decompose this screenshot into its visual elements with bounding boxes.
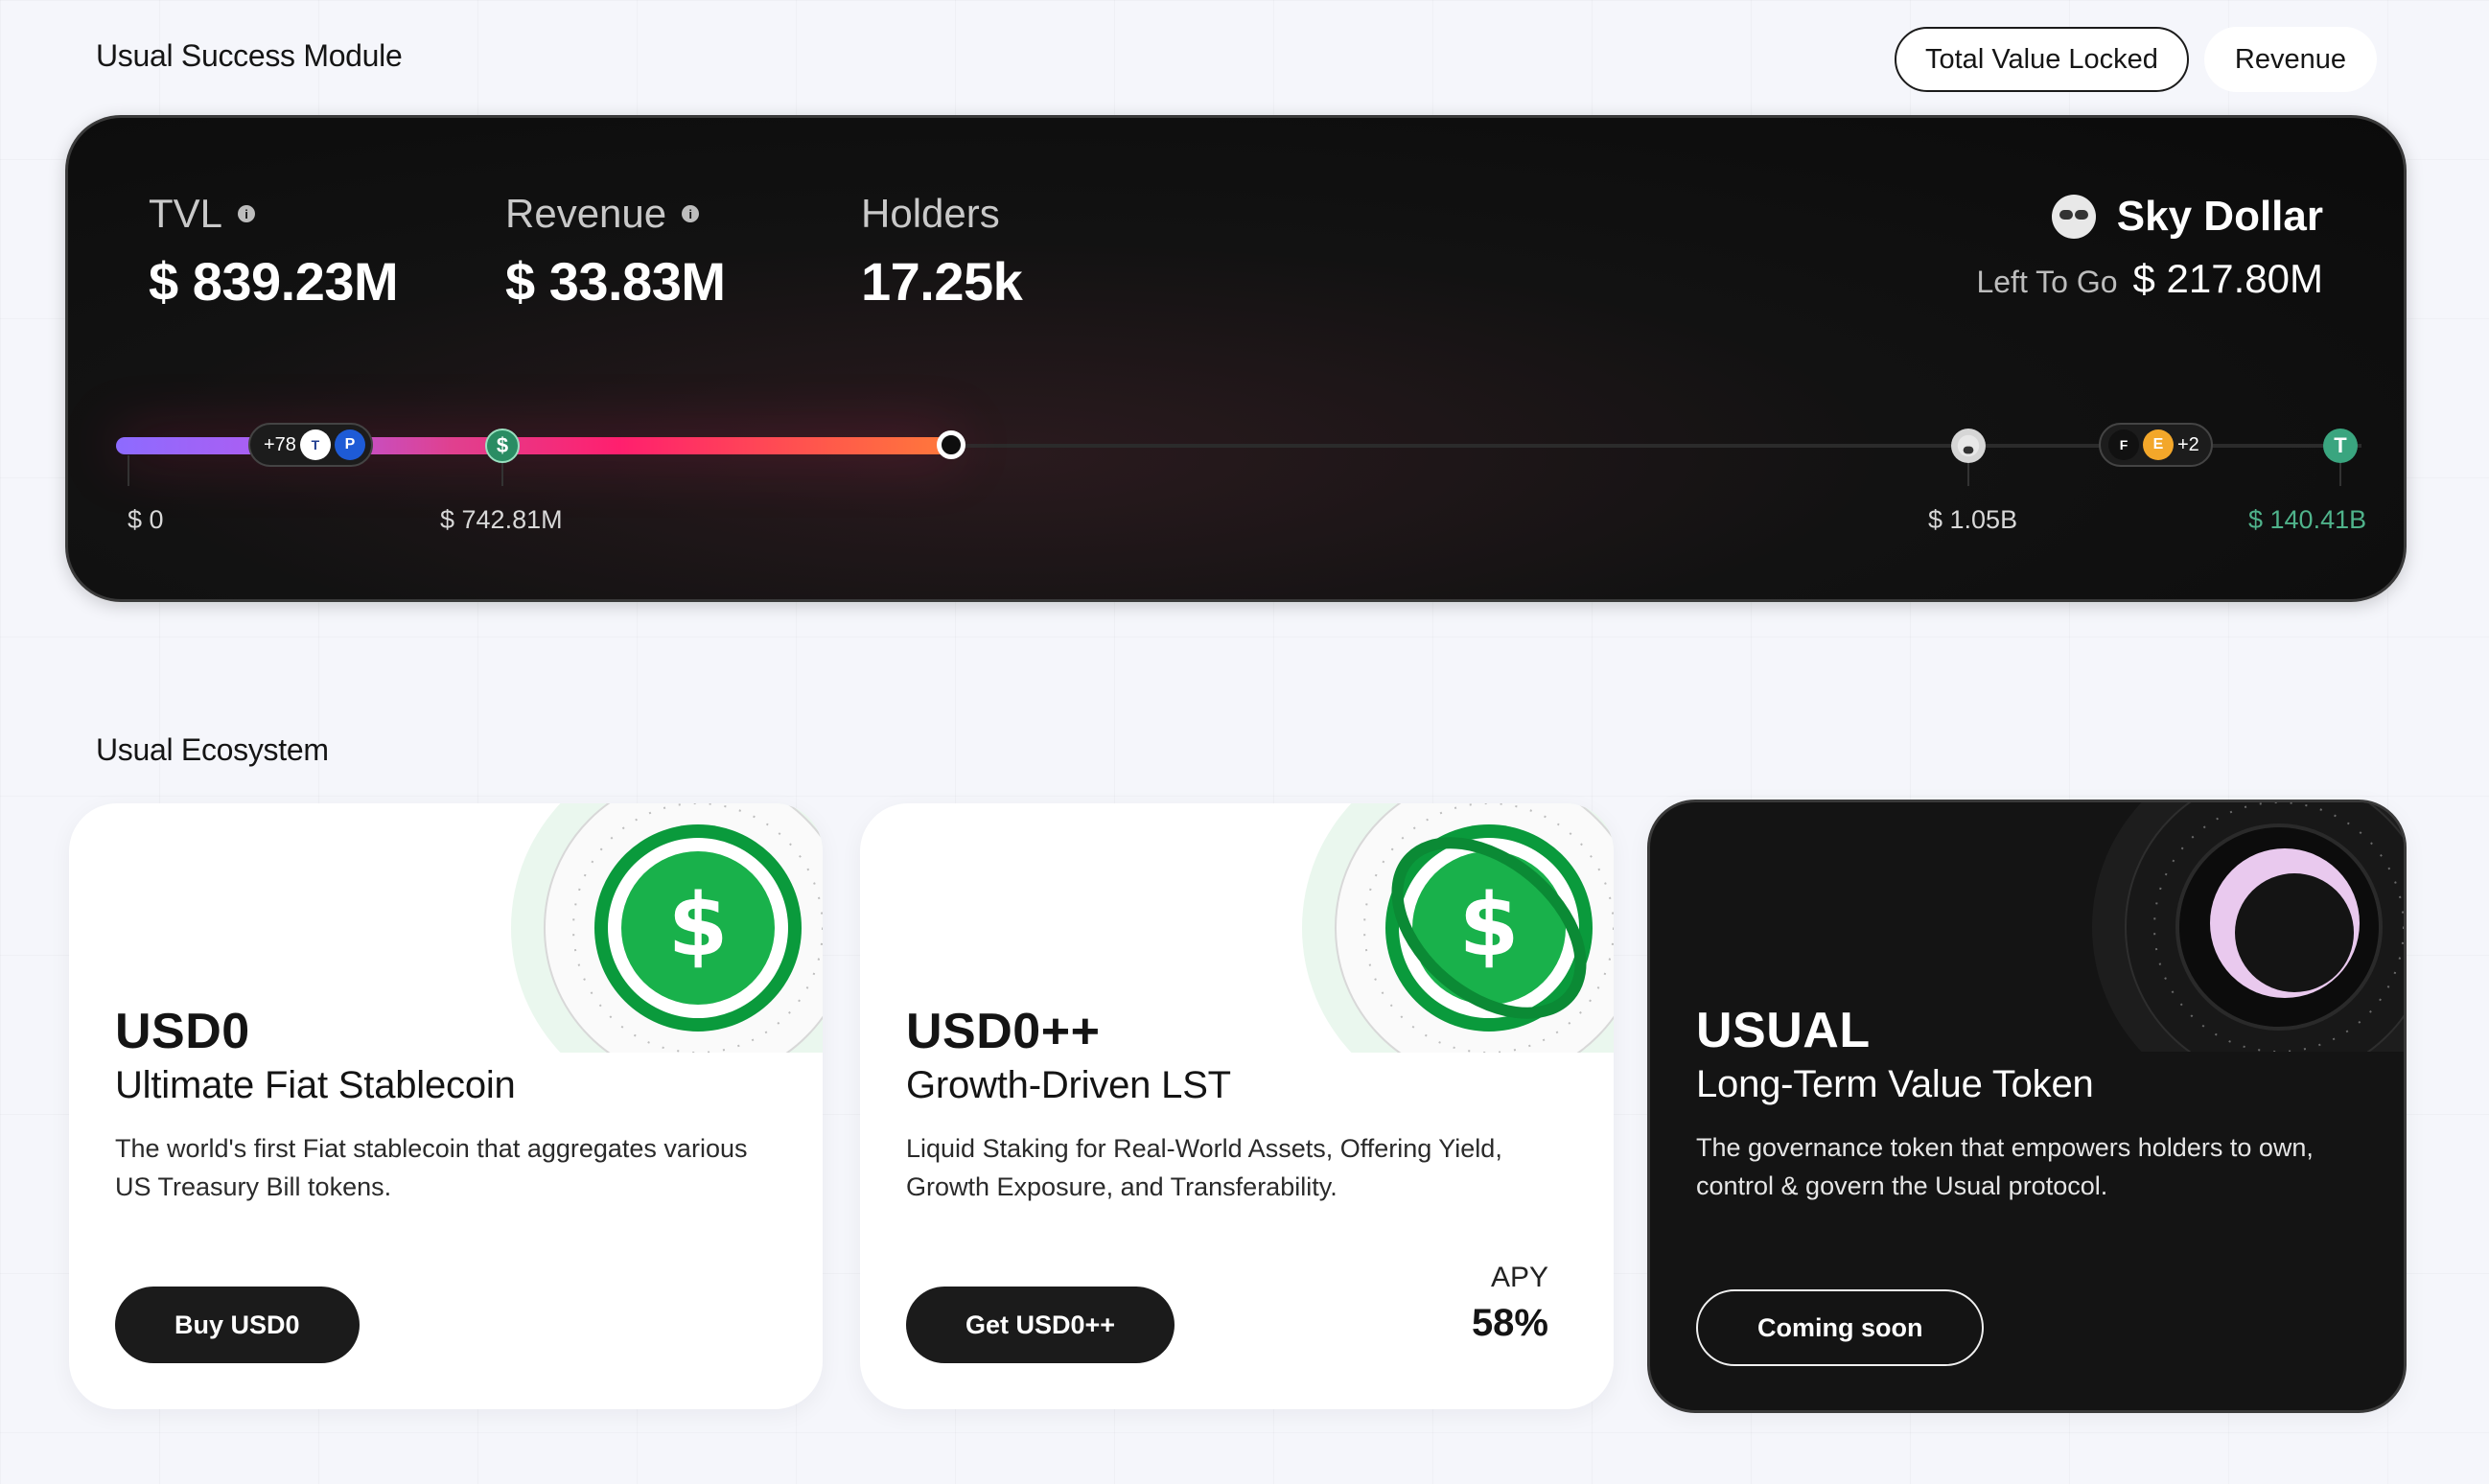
apy-value: 58% [1471, 1302, 1548, 1344]
svg-text:$: $ [1459, 875, 1520, 976]
token-group-chip[interactable]: F E +2 [2099, 423, 2213, 467]
token-group-chip[interactable]: +78 T P [248, 423, 373, 467]
sky-dollar-marker-icon[interactable] [1951, 429, 1986, 463]
card-usd0: $ USD0 Ultimate Fiat Stablecoin The worl… [69, 803, 823, 1409]
info-icon[interactable]: i [238, 205, 256, 222]
tether-marker-icon[interactable]: T [2323, 429, 2358, 463]
dollar-coin-ring-icon: $ [1302, 803, 1614, 1053]
section-title-success-module: Usual Success Module [96, 38, 403, 73]
tick-label: $ 140.41B [2248, 505, 2367, 534]
paypal-icon: P [334, 429, 365, 460]
target-milestone: Sky Dollar Left To Go $ 217.80M [1976, 193, 2323, 302]
card-subtitle: Ultimate Fiat Stablecoin [115, 1064, 516, 1106]
buy-usd0-button[interactable]: Buy USD0 [115, 1287, 360, 1363]
section-title-ecosystem: Usual Ecosystem [96, 732, 329, 767]
card-subtitle: Growth-Driven LST [906, 1064, 1231, 1106]
ethena-icon: E [2143, 429, 2174, 460]
toggle-total-value-locked[interactable]: Total Value Locked [1895, 27, 2189, 92]
toggle-revenue[interactable]: Revenue [2203, 27, 2377, 92]
card-title: USD0 [115, 1004, 250, 1059]
frax-icon: F [2108, 429, 2139, 460]
current-position-marker [937, 430, 965, 459]
card-description: Liquid Staking for Real-World Assets, Of… [906, 1134, 1502, 1201]
card-title: USUAL [1696, 1003, 1871, 1058]
stat-tvl-value: $ 839.23M [149, 251, 399, 312]
coming-soon-button[interactable]: Coming soon [1696, 1289, 1985, 1366]
token-group-count: +78 [264, 433, 296, 455]
stat-revenue-label: Revenue [505, 191, 667, 236]
tick-label: $ 742.81M [440, 505, 563, 534]
stat-holders-label: Holders [861, 191, 1000, 236]
tick-mark [128, 455, 129, 486]
stat-revenue: Revenue i $ 33.83M [505, 191, 726, 313]
stat-revenue-value: $ 33.83M [505, 251, 726, 312]
card-usd0pp: $ USD0++ Growth-Driven LST Liquid Stakin… [860, 803, 1614, 1409]
apy-block: APY 58% [1472, 1262, 1548, 1345]
stat-holders-value: 17.25k [861, 251, 1023, 312]
card-description: The world's first Fiat stablecoin that a… [115, 1134, 748, 1201]
stat-tvl-label: TVL [149, 191, 223, 236]
sky-dollar-icon [2051, 195, 2096, 239]
card-title: USD0++ [906, 1004, 1101, 1059]
card-usual: USUAL Long-Term Value Token The governan… [1647, 800, 2407, 1413]
left-to-go-value: $ 217.80M [2132, 256, 2323, 301]
left-to-go-label: Left To Go [1976, 265, 2118, 299]
treasury-token-icon: T [299, 429, 331, 460]
target-name: Sky Dollar [2116, 193, 2323, 240]
token-group-count: +2 [2177, 433, 2199, 455]
stat-holders: Holders 17.25k [861, 191, 1023, 313]
tick-label: $ 0 [128, 505, 164, 534]
success-module-panel: TVL i $ 839.23M Revenue i $ 33.83M Holde… [65, 115, 2407, 602]
card-description: The governance token that empowers holde… [1696, 1133, 2314, 1200]
get-usd0pp-button[interactable]: Get USD0++ [906, 1287, 1175, 1363]
svg-text:$: $ [668, 875, 729, 976]
progress-fill [116, 437, 956, 454]
apy-label: APY [1490, 1262, 1548, 1293]
stat-tvl: TVL i $ 839.23M [149, 191, 399, 313]
info-icon[interactable]: i [682, 205, 700, 222]
tick-label: $ 1.05B [1928, 505, 2018, 534]
card-subtitle: Long-Term Value Token [1696, 1063, 2094, 1105]
dollar-coin-icon: $ [511, 803, 823, 1053]
usual-token-icon [2092, 802, 2404, 1052]
metric-toggle: Total Value Locked Revenue [1895, 27, 2377, 92]
usd0-marker-icon[interactable]: $ [485, 429, 520, 463]
